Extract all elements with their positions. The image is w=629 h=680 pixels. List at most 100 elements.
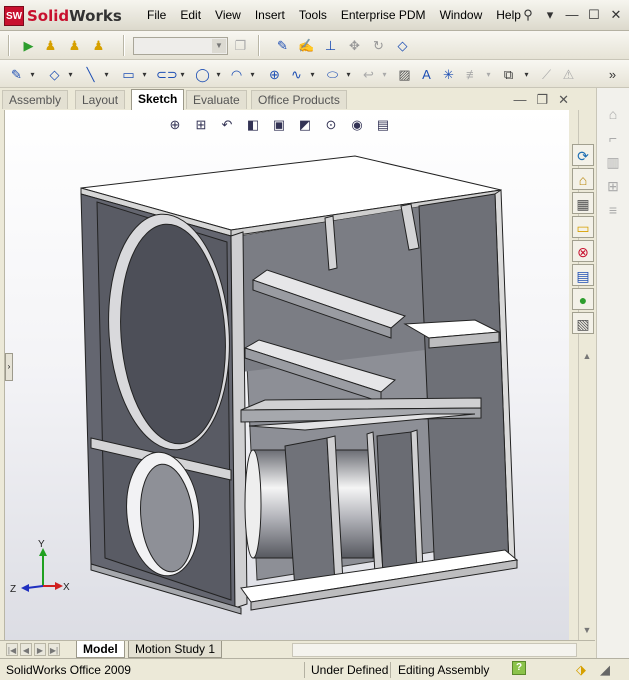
tab-office-products[interactable]: Office Products	[251, 90, 347, 109]
eraser-icon[interactable]: ◇	[394, 37, 411, 54]
user-check-icon[interactable]: ♟	[90, 37, 107, 54]
user-run-icon[interactable]: ♟	[42, 37, 59, 54]
configuration-combo[interactable]: ▼	[133, 37, 228, 55]
pin-icon[interactable]: ⚲	[519, 6, 537, 24]
file-explorer-icon[interactable]: ▭	[572, 216, 594, 238]
first-tab-arrow[interactable]: |◀	[6, 643, 18, 656]
appearances-icon[interactable]: ●	[572, 288, 594, 310]
menu-edit[interactable]: Edit	[173, 8, 208, 22]
previous-view-icon[interactable]: ↶	[217, 116, 237, 134]
slot-icon[interactable]: ⊂⊃	[156, 66, 178, 83]
edit-appearance-icon[interactable]: ◉	[347, 116, 367, 134]
spline-icon[interactable]: ∿	[288, 66, 305, 83]
home-icon[interactable]: ⌂	[572, 168, 594, 190]
view-palette-icon[interactable]: ▤	[572, 264, 594, 286]
warning-icon[interactable]: ⚠	[560, 66, 577, 83]
chevron-down-icon[interactable]: ▾	[304, 66, 321, 83]
tag-icon[interactable]: ⬗	[576, 662, 586, 678]
tab-layout[interactable]: Layout	[75, 90, 126, 109]
collapsed-pane-icon-1[interactable]: ⌂	[603, 106, 623, 126]
smart-mate-icon[interactable]: ✍	[298, 37, 315, 54]
minimize-button[interactable]: —	[563, 6, 581, 24]
chevron-down-icon[interactable]: ▼	[212, 39, 226, 53]
move-icon[interactable]: ✥	[346, 37, 363, 54]
display-style-icon[interactable]: ◩	[295, 116, 315, 134]
menu-file[interactable]: File	[140, 8, 173, 22]
text-icon[interactable]: A	[418, 66, 435, 83]
smart-dimension-icon[interactable]: ◇	[46, 66, 63, 83]
chevron-down-icon[interactable]: ▾	[24, 66, 41, 83]
trim-icon[interactable]: ≢	[464, 66, 481, 83]
tab-motion-study-1[interactable]: Motion Study 1	[128, 641, 223, 658]
help-icon[interactable]: ?	[512, 661, 526, 675]
doc-restore-button[interactable]: ❐	[536, 92, 548, 108]
copy-icon[interactable]: ❐	[232, 37, 249, 54]
maximize-button[interactable]: ☐	[585, 6, 603, 24]
collapsed-pane-icon-4[interactable]: ⊞	[603, 178, 623, 198]
collapsed-pane-icon-2[interactable]: ⌐	[603, 130, 623, 150]
menu-enterprise-pdm[interactable]: Enterprise PDM	[334, 8, 433, 22]
plane-icon[interactable]: ▨	[396, 66, 413, 83]
search-icon[interactable]: ⊗	[572, 240, 594, 262]
graphics-area[interactable]: Y X Z ⊕ ⊞ ↶ ◧ ▣ ◩ ⊙ ◉ ▤ ›	[4, 110, 569, 640]
tab-model[interactable]: Model	[76, 641, 125, 658]
speaker-box-model[interactable]: Y X Z	[5, 110, 570, 640]
tab-assembly[interactable]: Assembly	[2, 90, 69, 109]
last-tab-arrow[interactable]: ▶|	[48, 643, 60, 656]
solidworks-logo[interactable]: SW SolidWorks	[4, 5, 122, 27]
chevron-down-icon[interactable]: ▾	[340, 66, 357, 83]
collapsed-pane-icon-5[interactable]: ≡	[603, 202, 623, 222]
tab-sketch[interactable]: Sketch	[131, 89, 185, 110]
menu-window[interactable]: Window	[433, 8, 490, 22]
chevron-down-icon[interactable]: ▾	[541, 6, 559, 24]
collapsed-pane-icon-3[interactable]: ▥	[603, 154, 623, 174]
next-tab-arrow[interactable]: ▶	[34, 643, 46, 656]
edit-sketch-icon[interactable]: ✎	[274, 37, 291, 54]
prev-tab-arrow[interactable]: ◀	[20, 643, 32, 656]
feature-manager-flyout-toggle[interactable]: ›	[5, 353, 13, 381]
fillet-icon[interactable]: ↩	[360, 66, 377, 83]
rectangle-icon[interactable]: ▭	[120, 66, 137, 83]
line-icon[interactable]: ╲	[82, 66, 99, 83]
chevron-down-icon[interactable]: ▾	[98, 66, 115, 83]
zoom-to-area-icon[interactable]: ⊞	[191, 116, 211, 134]
hide-show-items-icon[interactable]: ⊙	[321, 116, 341, 134]
view-orientation-icon[interactable]: ▣	[269, 116, 289, 134]
zoom-to-fit-icon[interactable]: ⊕	[165, 116, 185, 134]
sketch-icon[interactable]: ✎	[8, 66, 25, 83]
section-view-icon[interactable]: ◧	[243, 116, 263, 134]
menu-tools[interactable]: Tools	[292, 8, 334, 22]
offset-icon[interactable]: ⟋	[538, 66, 555, 83]
arc-icon[interactable]: ◠	[228, 66, 245, 83]
solidworks-resources-icon[interactable]: ⟳	[572, 144, 594, 166]
chevron-down-icon[interactable]: ▾	[210, 66, 227, 83]
scroll-down-arrow[interactable]: ▼	[579, 622, 595, 638]
chevron-down-icon[interactable]: ▾	[518, 66, 535, 83]
design-library-icon[interactable]: ▦	[572, 192, 594, 214]
apply-scene-icon[interactable]: ▤	[373, 116, 393, 134]
user-add-icon[interactable]: ♟	[66, 37, 83, 54]
menu-insert[interactable]: Insert	[248, 8, 292, 22]
custom-properties-icon[interactable]: ▧	[572, 312, 594, 334]
resize-grip-icon[interactable]: ◢	[600, 662, 610, 678]
menu-view[interactable]: View	[208, 8, 248, 22]
ellipse-icon[interactable]: ⬭	[324, 66, 341, 83]
point-icon[interactable]: ✳	[440, 66, 457, 83]
more-tools-icon[interactable]: »	[604, 66, 621, 83]
convert-entities-icon[interactable]: ⧉	[500, 66, 517, 83]
doc-close-button[interactable]: ✕	[558, 92, 569, 108]
close-button[interactable]: ✕	[607, 6, 625, 24]
chevron-down-icon[interactable]: ▾	[136, 66, 153, 83]
chevron-down-icon[interactable]: ▾	[62, 66, 79, 83]
doc-minimize-button[interactable]: —	[513, 92, 526, 108]
tab-evaluate[interactable]: Evaluate	[186, 90, 247, 109]
polygon-icon[interactable]: ⊕	[266, 66, 283, 83]
chevron-down-icon[interactable]: ▾	[174, 66, 191, 83]
horizontal-scrollbar[interactable]	[292, 643, 577, 657]
chevron-down-icon[interactable]: ▾	[480, 66, 497, 83]
play-icon[interactable]: ▶	[20, 37, 37, 54]
dimension-icon[interactable]: ⊥	[322, 37, 339, 54]
rotate-icon[interactable]: ↻	[370, 37, 387, 54]
chevron-down-icon[interactable]: ▾	[376, 66, 393, 83]
circle-icon[interactable]: ◯	[194, 66, 211, 83]
